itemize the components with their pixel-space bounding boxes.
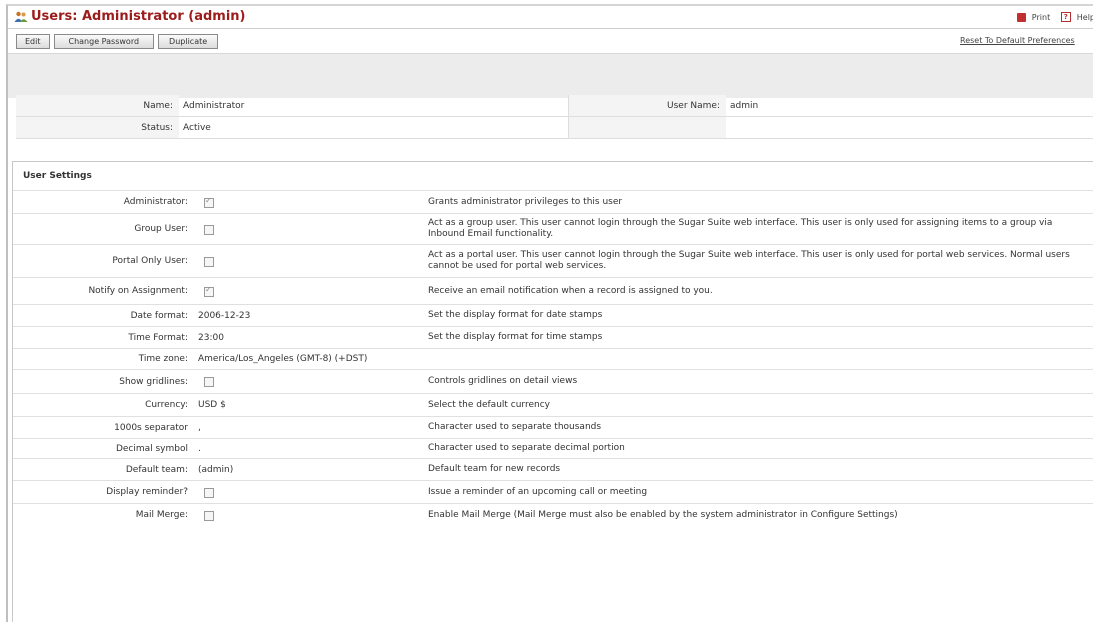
setting-value xyxy=(194,480,414,504)
setting-checkbox xyxy=(204,224,214,235)
setting-row: Display reminder? Issue a reminder of an … xyxy=(13,480,1093,504)
setting-description: Character used to separate decimal porti… xyxy=(414,438,1093,459)
setting-row: Administrator: Grants administrator privi… xyxy=(13,190,1093,214)
info-row: Name: Administrator User Name: admin xyxy=(16,95,1093,117)
setting-checkbox xyxy=(204,285,214,297)
edit-button[interactable]: Edit xyxy=(16,34,50,49)
setting-checkbox xyxy=(204,510,214,521)
user-name-value: admin xyxy=(726,95,1093,117)
setting-label: Mail Merge: xyxy=(13,503,194,527)
duplicate-button[interactable]: Duplicate xyxy=(158,34,219,49)
setting-description: Select the default currency xyxy=(414,393,1093,417)
status-value: Active xyxy=(179,116,569,139)
help-label: Help xyxy=(1076,12,1093,22)
help-link[interactable]: ? Help xyxy=(1057,12,1093,22)
setting-description: Grants administrator privileges to this … xyxy=(414,190,1093,214)
setting-value: 23:00 xyxy=(194,326,414,349)
setting-checkbox xyxy=(204,487,214,498)
setting-label: Decimal symbol xyxy=(13,438,194,459)
setting-value: America/Los_Angeles (GMT-8) (+DST) xyxy=(194,348,414,370)
printer-icon xyxy=(1016,12,1026,22)
setting-description: Character used to separate thousands xyxy=(414,416,1093,439)
setting-row: Time zone: America/Los_Angeles (GMT-8) (+… xyxy=(13,348,1093,370)
setting-description: Controls gridlines on detail views xyxy=(414,369,1093,394)
setting-value: USD $ xyxy=(194,393,414,417)
setting-row: Portal Only User: Act as a portal user. T… xyxy=(13,244,1093,278)
setting-label: Portal Only User: xyxy=(13,244,194,278)
setting-label: Time Format: xyxy=(13,326,194,349)
setting-row: Time Format: 23:00 Set the display format … xyxy=(13,326,1093,349)
setting-row: Mail Merge: Enable Mail Merge (Mail Merge… xyxy=(13,503,1093,527)
setting-description: Act as a group user. This user cannot lo… xyxy=(414,213,1093,245)
user-settings-panel: User Settings Administrator: Grants admin… xyxy=(12,161,1093,622)
print-link[interactable]: Print xyxy=(1013,12,1051,22)
name-value: Administrator xyxy=(179,95,569,117)
setting-label: Group User: xyxy=(13,213,194,245)
name-label: Name: xyxy=(16,95,179,117)
setting-label: 1000s separator xyxy=(13,416,194,439)
setting-label: Default team: xyxy=(13,458,194,481)
setting-value: . xyxy=(194,438,414,459)
setting-value xyxy=(194,213,414,245)
setting-value: , xyxy=(194,416,414,439)
info-row: Status: Active xyxy=(16,116,1093,139)
setting-value xyxy=(194,369,414,394)
setting-row: Currency: USD $ Select the default currenc… xyxy=(13,393,1093,417)
setting-label: Show gridlines: xyxy=(13,369,194,394)
detail-view-frame: Users: Administrator (admin) Print ? Help… xyxy=(6,4,1093,622)
setting-value xyxy=(194,277,414,305)
setting-value xyxy=(194,503,414,527)
setting-row: Notify on Assignment: Receive an email no… xyxy=(13,277,1093,305)
users-icon xyxy=(14,11,28,22)
setting-row: Show gridlines: Controls gridlines on det… xyxy=(13,369,1093,394)
empty-label xyxy=(568,116,726,139)
setting-description: Enable Mail Merge (Mail Merge must also … xyxy=(414,503,1093,527)
setting-label: Notify on Assignment: xyxy=(13,277,194,305)
setting-value xyxy=(194,190,414,214)
setting-label: Date format: xyxy=(13,304,194,327)
title-bar: Users: Administrator (admin) Print ? Help xyxy=(8,6,1093,28)
setting-description: Receive an email notification when a rec… xyxy=(414,277,1093,305)
status-label: Status: xyxy=(16,116,179,139)
setting-row: Default team: (admin) Default team for new… xyxy=(13,458,1093,481)
setting-description: Set the display format for date stamps xyxy=(414,304,1093,327)
setting-checkbox xyxy=(204,377,214,387)
setting-row: Decimal symbol. Character used to separat… xyxy=(13,438,1093,459)
title-divider xyxy=(8,28,1093,29)
setting-value xyxy=(194,244,414,278)
setting-description: Act as a portal user. This user cannot l… xyxy=(414,244,1093,278)
setting-checkbox xyxy=(204,196,214,208)
setting-row: Date format: 2006-12-23 Set the display fo… xyxy=(13,304,1093,327)
action-buttons: Edit Change Password Duplicate xyxy=(16,34,222,49)
setting-description: Set the display format for time stamps xyxy=(414,326,1093,349)
setting-value: (admin) xyxy=(194,458,414,481)
setting-label: Currency: xyxy=(13,393,194,417)
header-strip xyxy=(8,53,1093,98)
setting-description: Default team for new records xyxy=(414,458,1093,481)
page-title: Users: Administrator (admin) xyxy=(31,9,246,24)
empty-value xyxy=(726,116,1093,139)
user-name-label: User Name: xyxy=(568,95,726,117)
change-password-button[interactable]: Change Password xyxy=(53,34,155,49)
setting-description xyxy=(414,348,1093,370)
setting-label: Display reminder? xyxy=(13,480,194,504)
top-links: Print ? Help xyxy=(1009,12,1093,22)
print-label: Print xyxy=(1031,12,1051,22)
setting-label: Time zone: xyxy=(13,348,194,370)
reset-preferences-link[interactable]: Reset To Default Preferences xyxy=(960,36,1075,45)
user-settings-title: User Settings xyxy=(23,171,92,181)
setting-checkbox xyxy=(204,256,214,267)
setting-value: 2006-12-23 xyxy=(194,304,414,327)
setting-row: Group User: Act as a group user. This use… xyxy=(13,213,1093,245)
setting-description: Issue a reminder of an upcoming call or … xyxy=(414,480,1093,504)
user-settings-table: Administrator: Grants administrator privi… xyxy=(13,190,1093,527)
help-icon: ? xyxy=(1060,12,1071,22)
user-info-table: Name: Administrator User Name: admin Sta… xyxy=(16,95,1093,139)
setting-row: 1000s separator, Character used to separa… xyxy=(13,416,1093,439)
setting-label: Administrator: xyxy=(13,190,194,214)
